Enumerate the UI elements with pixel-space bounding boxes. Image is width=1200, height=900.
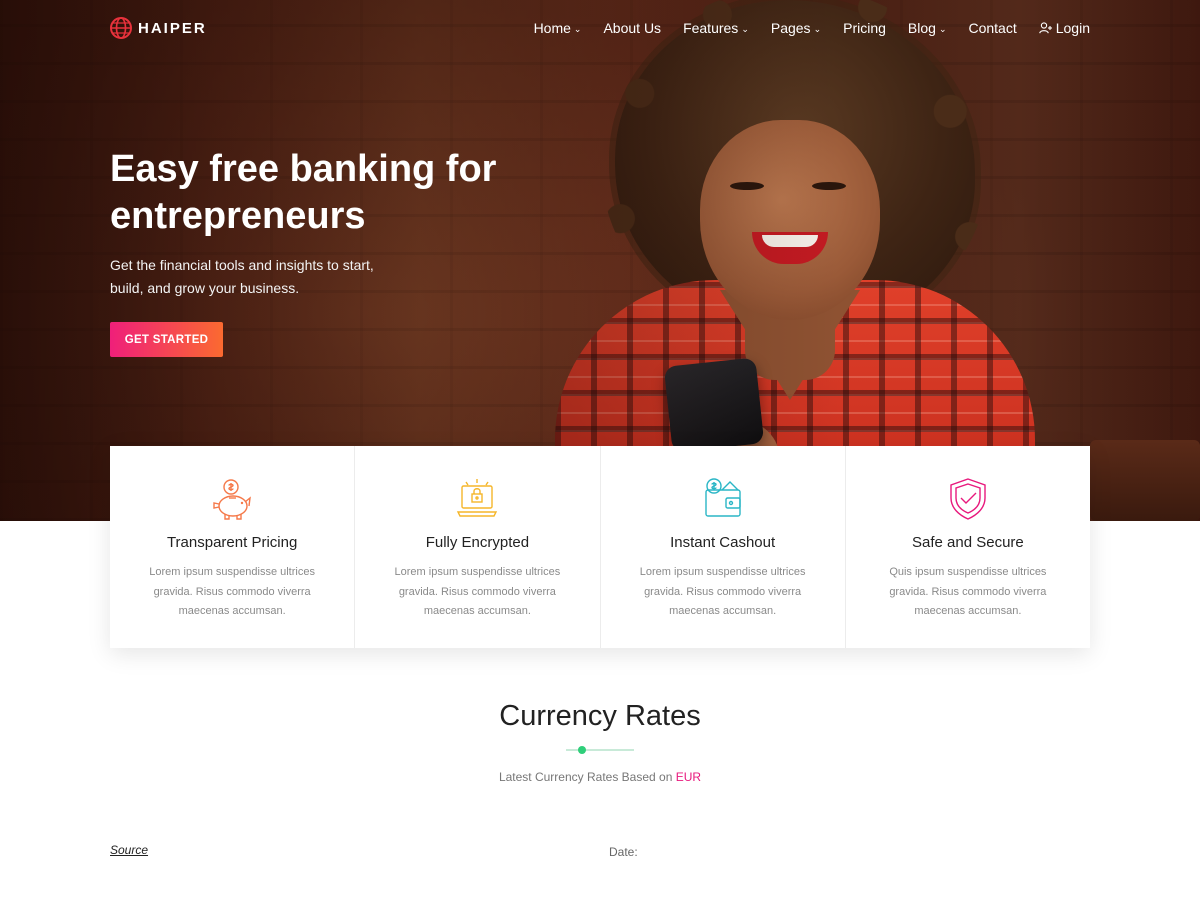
feature-title: Instant Cashout: [670, 534, 776, 551]
chevron-down-icon: ⌄: [573, 23, 582, 34]
chevron-down-icon: ⌄: [813, 23, 822, 34]
nav-pricing[interactable]: Pricing: [843, 20, 886, 36]
top-navbar: HAIPER Home ⌄ About Us Features ⌄ Pages …: [110, 14, 1090, 42]
section-divider: [566, 745, 634, 755]
feature-card-instant-cashout: Instant Cashout Lorem ipsum suspendisse …: [601, 446, 846, 648]
wallet-icon: [704, 478, 741, 517]
feature-card-safe-and-secure: Safe and Secure Quis ipsum suspendisse u…: [846, 446, 1090, 648]
globe-logo-icon: [110, 17, 132, 39]
chevron-down-icon: ⌄: [741, 23, 749, 34]
feature-title: Fully Encrypted: [425, 534, 530, 551]
get-started-button[interactable]: GET STARTED: [110, 322, 223, 357]
feature-description: Lorem ipsum suspendisse ultrices gravida…: [149, 566, 315, 617]
currency-rates-subtitle: Latest Currency Rates Based on EUR: [498, 770, 702, 784]
user-add-icon: [1038, 22, 1052, 34]
brand-name: HAIPER: [138, 19, 207, 37]
nav-login[interactable]: Login: [1038, 20, 1090, 36]
chevron-down-icon: ⌄: [938, 23, 947, 34]
currency-rates-title: Currency Rates: [499, 700, 701, 732]
nav-about-us[interactable]: About Us: [603, 20, 661, 36]
feature-card-transparent-pricing: Transparent Pricing Lorem ipsum suspendi…: [110, 446, 356, 648]
brand-logo[interactable]: HAIPER: [110, 17, 207, 39]
nav-blog[interactable]: Blog ⌄: [908, 20, 947, 36]
source-link[interactable]: Source: [110, 843, 148, 857]
piggy-bank-icon: [213, 479, 252, 520]
feature-title: Safe and Secure: [912, 534, 1024, 551]
shield-check-icon: [950, 478, 986, 520]
features-panel: Transparent Pricing Lorem ipsum suspendi…: [110, 446, 1090, 648]
date-label: Date:: [609, 845, 638, 859]
nav-contact[interactable]: Contact: [968, 20, 1016, 36]
nav-pages[interactable]: Pages ⌄: [771, 20, 821, 36]
nav-features[interactable]: Features ⌄: [683, 20, 749, 36]
hero-section: HAIPER Home ⌄ About Us Features ⌄ Pages …: [0, 0, 1200, 521]
nav-home[interactable]: Home ⌄: [534, 20, 582, 36]
main-menu: Home ⌄ About Us Features ⌄ Pages ⌄ Prici…: [534, 20, 1090, 36]
hero-title: Easy free banking for entrepreneurs: [110, 148, 497, 237]
base-currency: EUR: [675, 770, 702, 784]
feature-title: Transparent Pricing: [166, 534, 298, 551]
feature-description: Lorem ipsum suspendisse ultrices gravida…: [639, 566, 806, 617]
feature-card-fully-encrypted: Fully Encrypted Lorem ipsum suspendisse …: [355, 446, 601, 648]
feature-description: Quis ipsum suspendisse ultrices gravida.…: [889, 566, 1047, 617]
hero-subtitle: Get the financial tools and insights to …: [110, 257, 374, 296]
encrypted-laptop-icon: [457, 479, 498, 517]
feature-description: Lorem ipsum suspendisse ultrices gravida…: [394, 566, 561, 617]
